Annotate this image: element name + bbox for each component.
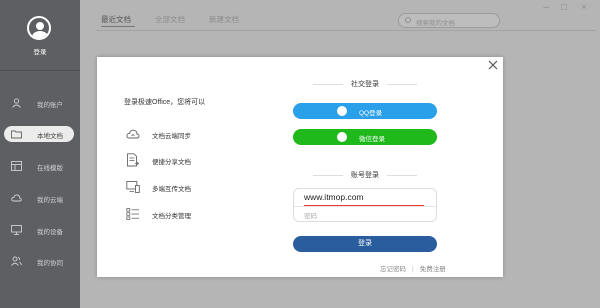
sidebar: 登录 我的账户 本地文档 在线模版 我的云端 我的设备 我的协同 xyxy=(0,0,80,308)
avatar[interactable] xyxy=(27,16,51,40)
qq-icon xyxy=(337,106,347,116)
sidebar-item-cloud[interactable]: 我的云端 xyxy=(0,188,80,208)
feature-multi-device: 多端互传文档 xyxy=(126,180,246,194)
sidebar-login-label[interactable]: 登录 xyxy=(0,46,80,56)
list-manage-icon xyxy=(126,208,139,220)
close-window-icon[interactable]: × xyxy=(578,2,590,14)
sidebar-item-label: 本地文档 xyxy=(37,133,63,140)
register-link[interactable]: 免费注册 xyxy=(420,266,446,273)
folder-icon xyxy=(11,130,22,139)
cloud-sync-icon xyxy=(126,129,140,139)
qq-login-button[interactable]: QQ登录 xyxy=(293,103,437,119)
feature-label: 便捷分享文档 xyxy=(152,159,191,166)
wechat-icon xyxy=(337,132,347,142)
sidebar-divider xyxy=(0,70,80,71)
sidebar-item-account[interactable]: 我的账户 xyxy=(0,93,80,113)
tab-all[interactable]: 全部文档 xyxy=(155,14,185,25)
forgot-password-link[interactable]: 忘记密码 xyxy=(380,266,406,273)
avatar-body xyxy=(32,31,48,38)
user-icon xyxy=(12,98,21,108)
sidebar-item-local-docs[interactable]: 本地文档 xyxy=(0,124,80,144)
avatar-head xyxy=(36,22,44,30)
link-separator: | xyxy=(412,266,414,273)
password-field[interactable]: 密码 xyxy=(304,210,317,220)
sidebar-item-label: 我的设备 xyxy=(37,229,63,236)
account-login-title: 账号登录 xyxy=(351,172,379,179)
qq-login-label: QQ登录 xyxy=(359,110,383,117)
dialog-intro: 登录极速Office，您将可以 xyxy=(124,99,206,106)
header-divider xyxy=(96,30,596,31)
sidebar-item-label: 我的云端 xyxy=(37,197,63,204)
login-button[interactable]: 登录 xyxy=(293,236,437,252)
wechat-login-button[interactable]: 微信登录 xyxy=(293,129,437,145)
active-tab-underline xyxy=(101,26,135,27)
search-icon xyxy=(405,17,411,23)
search-box[interactable]: 搜索我的文档 xyxy=(398,13,500,28)
input-divider xyxy=(294,206,436,207)
tab-recent[interactable]: 最近文档 xyxy=(101,14,131,25)
social-login-heading: 社交登录 xyxy=(293,79,437,89)
feature-share: 便捷分享文档 xyxy=(126,153,246,167)
credentials-box: www.itmop.com 密码 xyxy=(293,188,437,222)
search-placeholder: 搜索我的文档 xyxy=(416,20,455,27)
sidebar-item-label: 在线模版 xyxy=(37,165,63,172)
feature-cloud-sync: 文档云端同步 xyxy=(126,127,246,141)
sidebar-item-templates[interactable]: 在线模版 xyxy=(0,156,80,176)
wechat-login-label: 微信登录 xyxy=(359,136,385,143)
people-icon xyxy=(11,256,22,266)
tab-new[interactable]: 新建文档 xyxy=(209,14,239,25)
monitor-icon xyxy=(11,225,22,235)
account-login-heading: 账号登录 xyxy=(293,170,437,180)
multi-device-icon xyxy=(126,181,140,193)
share-doc-icon xyxy=(127,153,140,167)
social-login-title: 社交登录 xyxy=(351,81,379,88)
minimize-icon[interactable]: – xyxy=(540,2,552,14)
template-icon xyxy=(11,161,22,171)
sidebar-item-label: 我的账户 xyxy=(37,102,63,109)
feature-classify: 文档分类管理 xyxy=(126,207,246,221)
sidebar-item-label: 我的协同 xyxy=(37,260,63,267)
username-field[interactable]: www.itmop.com xyxy=(304,192,364,202)
feature-label: 多端互传文档 xyxy=(152,186,191,193)
sidebar-item-collab[interactable]: 我的协同 xyxy=(0,251,80,271)
feature-label: 文档云端同步 xyxy=(152,133,191,140)
account-links: 忘记密码 | 免费注册 xyxy=(380,263,446,273)
feature-label: 文档分类管理 xyxy=(152,213,191,220)
maximize-icon[interactable]: □ xyxy=(558,2,570,14)
login-dialog: 登录极速Office，您将可以 文档云端同步 便捷分享文档 多端互传文档 文档分… xyxy=(97,57,503,277)
sidebar-item-devices[interactable]: 我的设备 xyxy=(0,220,80,240)
cloud-icon xyxy=(11,194,22,202)
close-icon[interactable] xyxy=(487,59,499,71)
